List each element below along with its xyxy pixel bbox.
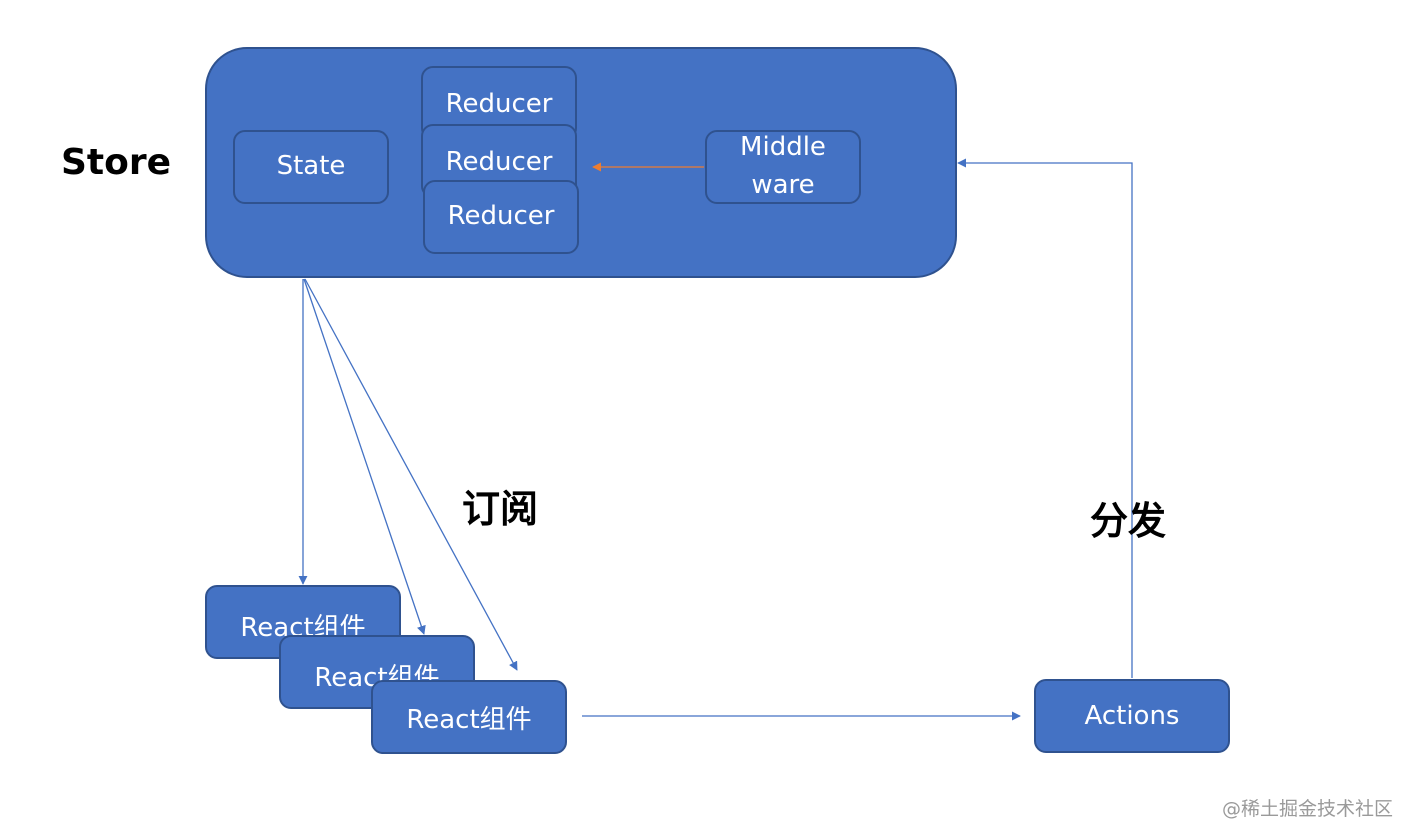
actions-node: Actions [1034, 679, 1230, 753]
state-node: State [233, 130, 389, 204]
subscribe-label: 订阅 [462, 487, 539, 531]
middleware-label-line-1: Middle [740, 132, 826, 163]
watermark: @稀土掘金技术社区 [1222, 798, 1394, 820]
react-component-label: React组件 [406, 704, 532, 735]
reducer-label: Reducer [445, 147, 553, 177]
reducer-label: Reducer [447, 201, 555, 232]
actions-label: Actions [1084, 701, 1180, 731]
middleware-label: Middle ware [740, 129, 826, 204]
store-label: Store [61, 142, 172, 183]
dispatch-label: 分发 [1090, 499, 1167, 543]
middleware-node: Middle ware [705, 130, 861, 204]
edge-store-to-react-2 [303, 278, 426, 635]
reducer-label: Reducer [445, 89, 553, 119]
edge-actions-to-store [957, 158, 1133, 678]
state-label: State [276, 151, 346, 182]
reducer-node-3: Reducer [423, 180, 579, 254]
middleware-label-line-2: ware [751, 170, 815, 200]
react-component-3: React组件 [371, 680, 567, 754]
